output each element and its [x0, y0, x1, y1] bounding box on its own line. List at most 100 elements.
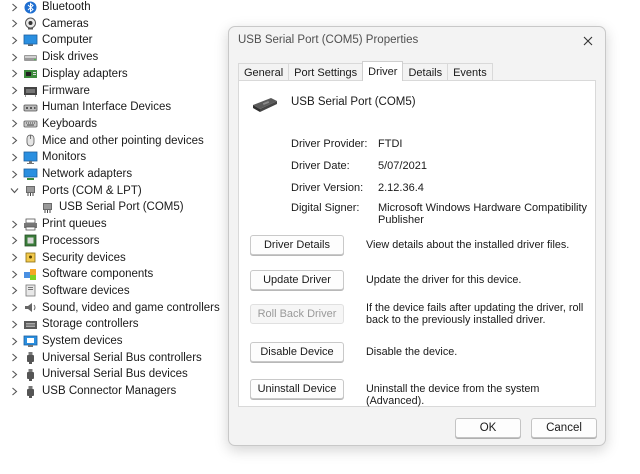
expand-toggle[interactable] — [9, 383, 19, 399]
disable-device-description: Disable the device. — [366, 346, 458, 358]
expand-toggle[interactable] — [9, 149, 19, 165]
tree-item-label: Bluetooth — [42, 1, 91, 13]
chevron-right-icon — [11, 320, 17, 329]
expand-toggle[interactable] — [9, 66, 19, 82]
expand-toggle[interactable] — [9, 99, 19, 115]
tree-category-keyboards[interactable]: Keyboards — [0, 116, 97, 132]
chevron-right-icon — [11, 236, 17, 245]
processor-icon — [23, 234, 38, 247]
tree-child-usb-serial-port-com5[interactable]: USB Serial Port (COM5) — [0, 199, 184, 215]
collapse-toggle[interactable] — [9, 183, 19, 199]
expand-toggle[interactable] — [9, 216, 19, 232]
expand-toggle[interactable] — [9, 166, 19, 182]
expand-toggle[interactable] — [9, 233, 19, 249]
uninstall-device-button[interactable]: Uninstall Device — [250, 379, 344, 399]
tree-item-label: System devices — [42, 335, 123, 347]
tab-events[interactable]: Events — [447, 63, 493, 81]
driver-provider-value: FTDI — [378, 138, 403, 150]
firmware-icon — [23, 84, 38, 97]
expand-toggle[interactable] — [9, 266, 19, 282]
tree-category-display-adapters[interactable]: Display adapters — [0, 66, 128, 82]
chevron-right-icon — [11, 170, 17, 178]
expand-toggle[interactable] — [9, 350, 19, 366]
expand-toggle[interactable] — [9, 300, 19, 316]
properties-dialog: USB Serial Port (COM5) Properties Genera… — [228, 26, 606, 446]
tree-category-security-devices[interactable]: Security devices — [0, 250, 126, 266]
close-button[interactable] — [579, 32, 597, 50]
chevron-right-icon — [11, 286, 17, 295]
tree-category-print-queues[interactable]: Print queues — [0, 216, 107, 232]
tree-category-system-devices[interactable]: System devices — [0, 333, 123, 349]
tree-category-disk-drives[interactable]: Disk drives — [0, 49, 98, 65]
tree-category-bluetooth[interactable]: Bluetooth — [0, 0, 91, 15]
tab-driver[interactable]: Driver — [362, 61, 404, 81]
tree-item-label: Cameras — [42, 17, 89, 30]
disk-drive-icon — [23, 51, 38, 64]
tree-category-mice-and-other-pointing-devices[interactable]: Mice and other pointing devices — [0, 133, 204, 149]
chevron-right-icon — [11, 353, 17, 362]
tree-item-label: Human Interface Devices — [42, 101, 172, 114]
update-driver-button[interactable]: Update Driver — [250, 270, 344, 290]
tree-category-firmware[interactable]: Firmware — [0, 83, 90, 99]
software-device-icon — [23, 284, 38, 297]
roll-back-driver-button[interactable]: Roll Back Driver — [250, 304, 344, 324]
driver-details-button[interactable]: Driver Details — [250, 235, 344, 255]
camera-icon — [23, 17, 38, 30]
tree-category-universal-serial-bus-controllers[interactable]: Universal Serial Bus controllers — [0, 350, 202, 366]
expand-toggle[interactable] — [9, 366, 19, 382]
expand-toggle[interactable] — [9, 32, 19, 48]
tree-item-label: Universal Serial Bus controllers — [42, 351, 202, 364]
tree-category-monitors[interactable]: Monitors — [0, 149, 86, 165]
expand-toggle[interactable] — [9, 49, 19, 65]
expand-toggle[interactable] — [9, 0, 19, 15]
usb-icon — [23, 368, 38, 381]
speaker-icon — [23, 301, 38, 314]
software-component-icon — [23, 268, 38, 281]
cancel-button[interactable]: Cancel — [531, 418, 597, 438]
tree-item-label: Universal Serial Bus devices — [42, 368, 188, 381]
tree-item-label: Storage controllers — [42, 318, 139, 331]
computer-icon — [23, 34, 38, 47]
expand-toggle[interactable] — [9, 133, 19, 149]
keyboard-icon — [23, 117, 38, 130]
tab-port-settings[interactable]: Port Settings — [288, 63, 364, 81]
chevron-right-icon — [11, 337, 17, 345]
tree-item-label: Security devices — [42, 251, 126, 264]
tree-item-label: Display adapters — [42, 67, 128, 80]
chevron-right-icon — [11, 387, 17, 396]
tree-category-sound-video-and-game-controllers[interactable]: Sound, video and game controllers — [0, 300, 220, 316]
tree-category-processors[interactable]: Processors — [0, 233, 100, 249]
mouse-icon — [23, 134, 38, 147]
tree-category-ports-com-lpt[interactable]: Ports (COM & LPT) — [0, 183, 142, 199]
driver-version-label: Driver Version: — [291, 182, 364, 194]
tree-category-storage-controllers[interactable]: Storage controllers — [0, 316, 139, 332]
expand-toggle[interactable] — [9, 283, 19, 299]
expand-toggle[interactable] — [9, 16, 19, 32]
expand-toggle[interactable] — [9, 316, 19, 332]
chevron-right-icon — [11, 36, 17, 45]
chevron-right-icon — [11, 303, 17, 312]
expand-toggle[interactable] — [9, 83, 19, 99]
tree-category-network-adapters[interactable]: Network adapters — [0, 166, 132, 182]
ok-button[interactable]: OK — [455, 418, 521, 438]
tree-category-usb-connector-managers[interactable]: USB Connector Managers — [0, 383, 176, 399]
tree-category-software-devices[interactable]: Software devices — [0, 283, 130, 299]
tree-category-cameras[interactable]: Cameras — [0, 16, 89, 32]
storage-controller-icon — [23, 318, 38, 331]
disable-device-button[interactable]: Disable Device — [250, 342, 344, 362]
expand-toggle[interactable] — [9, 333, 19, 349]
driver-tab-panel: USB Serial Port (COM5) Driver Provider: … — [238, 80, 596, 407]
tab-details[interactable]: Details — [402, 63, 449, 81]
expand-toggle[interactable] — [9, 116, 19, 132]
chevron-right-icon — [11, 3, 17, 11]
tree-category-software-components[interactable]: Software components — [0, 266, 153, 282]
tree-category-human-interface-devices[interactable]: Human Interface Devices — [0, 99, 171, 115]
usb-icon — [23, 351, 38, 365]
tab-general[interactable]: General — [238, 63, 290, 81]
digital-signer-label: Digital Signer: — [291, 202, 360, 214]
tree-category-universal-serial-bus-devices[interactable]: Universal Serial Bus devices — [0, 366, 188, 382]
tree-category-computer[interactable]: Computer — [0, 32, 93, 48]
tree-item-label: Processors — [42, 234, 100, 247]
tree-item-label: Disk drives — [42, 51, 99, 64]
expand-toggle[interactable] — [9, 250, 19, 266]
